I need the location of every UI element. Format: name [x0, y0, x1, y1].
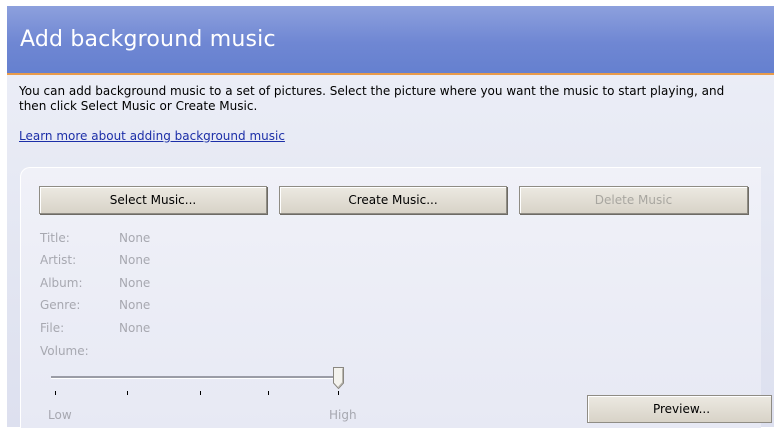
volume-label: Volume:: [40, 344, 89, 358]
volume-slider-thumb[interactable]: [333, 367, 344, 389]
create-music-button[interactable]: Create Music...: [279, 186, 507, 214]
file-label: File:: [40, 321, 65, 335]
volume-tick: [338, 391, 339, 395]
select-music-button[interactable]: Select Music...: [39, 186, 267, 214]
volume-high-label: High: [329, 408, 357, 422]
page-title: Add background music: [20, 27, 276, 52]
volume-tick: [200, 391, 201, 395]
title-label: Title:: [40, 231, 70, 245]
header-banner: Add background music: [7, 6, 774, 75]
album-label: Album:: [40, 276, 83, 290]
volume-tick: [55, 391, 56, 395]
artist-value: None: [119, 253, 151, 267]
delete-music-button[interactable]: Delete Music: [519, 186, 748, 214]
learn-more-link[interactable]: Learn more about adding background music: [19, 129, 285, 143]
artist-label: Artist:: [40, 253, 77, 267]
file-value: None: [119, 321, 151, 335]
title-value: None: [119, 231, 151, 245]
volume-low-label: Low: [48, 408, 72, 422]
genre-label: Genre:: [40, 298, 81, 312]
preview-button[interactable]: Preview...: [587, 395, 772, 423]
volume-slider-track[interactable]: [51, 376, 341, 379]
genre-value: None: [119, 298, 151, 312]
volume-tick: [127, 391, 128, 395]
intro-text: You can add background music to a set of…: [19, 84, 725, 113]
volume-tick: [268, 391, 269, 395]
album-value: None: [119, 276, 151, 290]
